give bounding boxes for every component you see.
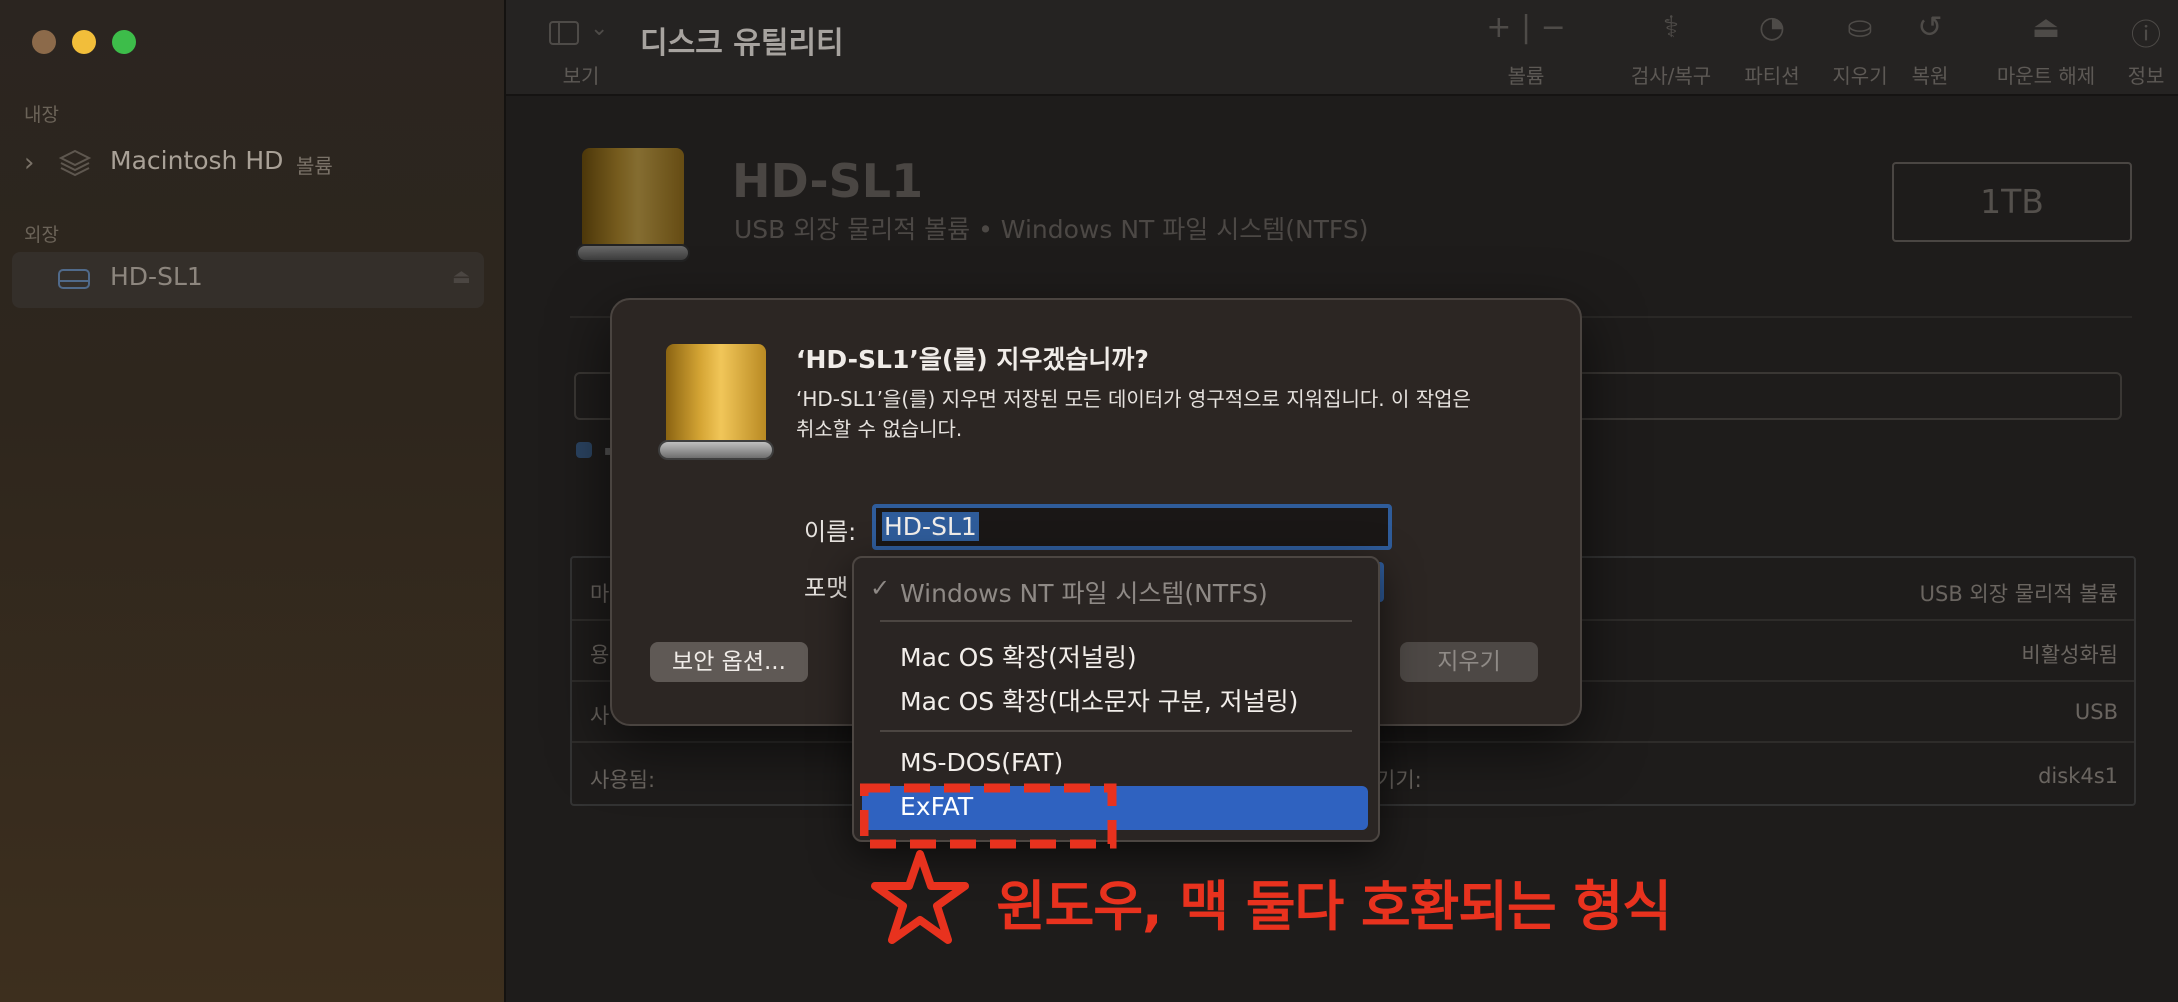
sidebar-item-macintosh-hd[interactable]: › Macintosh HD 볼륨	[20, 146, 480, 186]
name-input[interactable]: HD-SL1	[872, 504, 1392, 550]
legend-swatch	[576, 442, 592, 458]
view-label: 보기	[562, 64, 600, 88]
capacity-badge: 1TB	[1892, 162, 2132, 242]
layers-icon	[58, 149, 92, 177]
disk-icon	[658, 344, 774, 460]
chevron-right-icon[interactable]: ›	[24, 148, 34, 178]
annotation-dashed-box	[860, 783, 1117, 849]
used-label: 사용됨:	[590, 768, 656, 792]
info-value: 비활성화됨	[2021, 643, 2118, 667]
sidebar-section-external: 외장	[24, 224, 59, 246]
external-drive-icon	[58, 269, 90, 289]
info-label: 정보	[2127, 64, 2165, 88]
format-label: 포맷	[804, 574, 849, 602]
volume-badge: 볼륨	[296, 154, 333, 178]
info-row-label: 사	[590, 704, 610, 728]
chevron-down-icon[interactable]: ⌄	[590, 16, 608, 41]
menu-item-ntfs[interactable]: Windows NT 파일 시스템(NTFS)	[900, 574, 1268, 610]
disk-name: HD-SL1	[732, 154, 924, 208]
menu-separator	[880, 730, 1352, 732]
sidebar-item-label: Macintosh HD	[110, 146, 284, 175]
eject-icon[interactable]: ⏏	[452, 264, 471, 288]
info-row-label: 용	[590, 643, 610, 667]
sidebar-item-label: HD-SL1	[110, 262, 203, 291]
dialog-message-line1: ‘HD-SL1’을(를) 지우면 저장된 모든 데이터가 영구적으로 지워집니다…	[796, 387, 1471, 411]
window-title: 디스크 유틸리티	[640, 26, 844, 61]
info-row-label: 마	[590, 582, 610, 606]
star-icon	[871, 850, 969, 944]
disk-large-icon	[576, 148, 692, 264]
zoom-window-button[interactable]	[112, 30, 136, 54]
info-value: disk4s1	[2038, 764, 2118, 788]
disk-subtitle: USB 외장 물리적 볼륨 • Windows NT 파일 시스템(NTFS)	[734, 215, 1369, 244]
partition-icon[interactable]: ◔	[1722, 10, 1822, 45]
first-aid-icon[interactable]: ⚕	[1606, 10, 1736, 45]
add-remove-volume-icon[interactable]: + | −	[1466, 10, 1586, 45]
dialog-title: ‘HD-SL1’을(를) 지우겠습니까?	[796, 345, 1149, 374]
name-label: 이름:	[804, 518, 857, 546]
info-icon[interactable]: ⓘ	[2116, 10, 2176, 54]
erase-button[interactable]: 지우기	[1400, 642, 1538, 682]
info-value: USB 외장 물리적 볼륨	[1919, 582, 2118, 606]
minimize-window-button[interactable]	[72, 30, 96, 54]
name-input-value[interactable]: HD-SL1	[882, 512, 979, 541]
annotation-text: 윈도우, 맥 둘다 호환되는 형식	[996, 875, 1672, 938]
dialog-message-line2: 취소할 수 없습니다.	[796, 417, 963, 441]
device-label: 기기:	[1376, 768, 1422, 792]
checkmark-icon: ✓	[870, 574, 891, 602]
menu-separator	[880, 620, 1352, 622]
sidebar-toggle-icon[interactable]	[548, 20, 580, 46]
menu-item-mac-journaled[interactable]: Mac OS 확장(저널링)	[900, 638, 1137, 674]
sidebar-section-internal: 내장	[24, 104, 59, 126]
menu-item-ms-dos-fat[interactable]: MS-DOS(FAT)	[900, 748, 1063, 777]
security-options-button[interactable]: 보안 옵션...	[650, 642, 808, 682]
info-value: USB	[2074, 700, 2118, 724]
volume-label: 볼륨	[1507, 64, 1545, 88]
toolbar: ⌄ 보기 디스크 유틸리티 + | − 볼륨 ⚕ 검사/복구 ◔ 파티션 ⛀ 지…	[506, 0, 2178, 96]
menu-item-mac-case-sensitive[interactable]: Mac OS 확장(대소문자 구분, 저널링)	[900, 682, 1298, 718]
sidebar: 내장 › Macintosh HD 볼륨 외장 HD-SL1 ⏏	[0, 0, 506, 1002]
close-window-button[interactable]	[32, 30, 56, 54]
partition-label: 파티션	[1744, 64, 1800, 88]
sidebar-item-hd-sl1[interactable]: HD-SL1 ⏏	[12, 252, 484, 308]
